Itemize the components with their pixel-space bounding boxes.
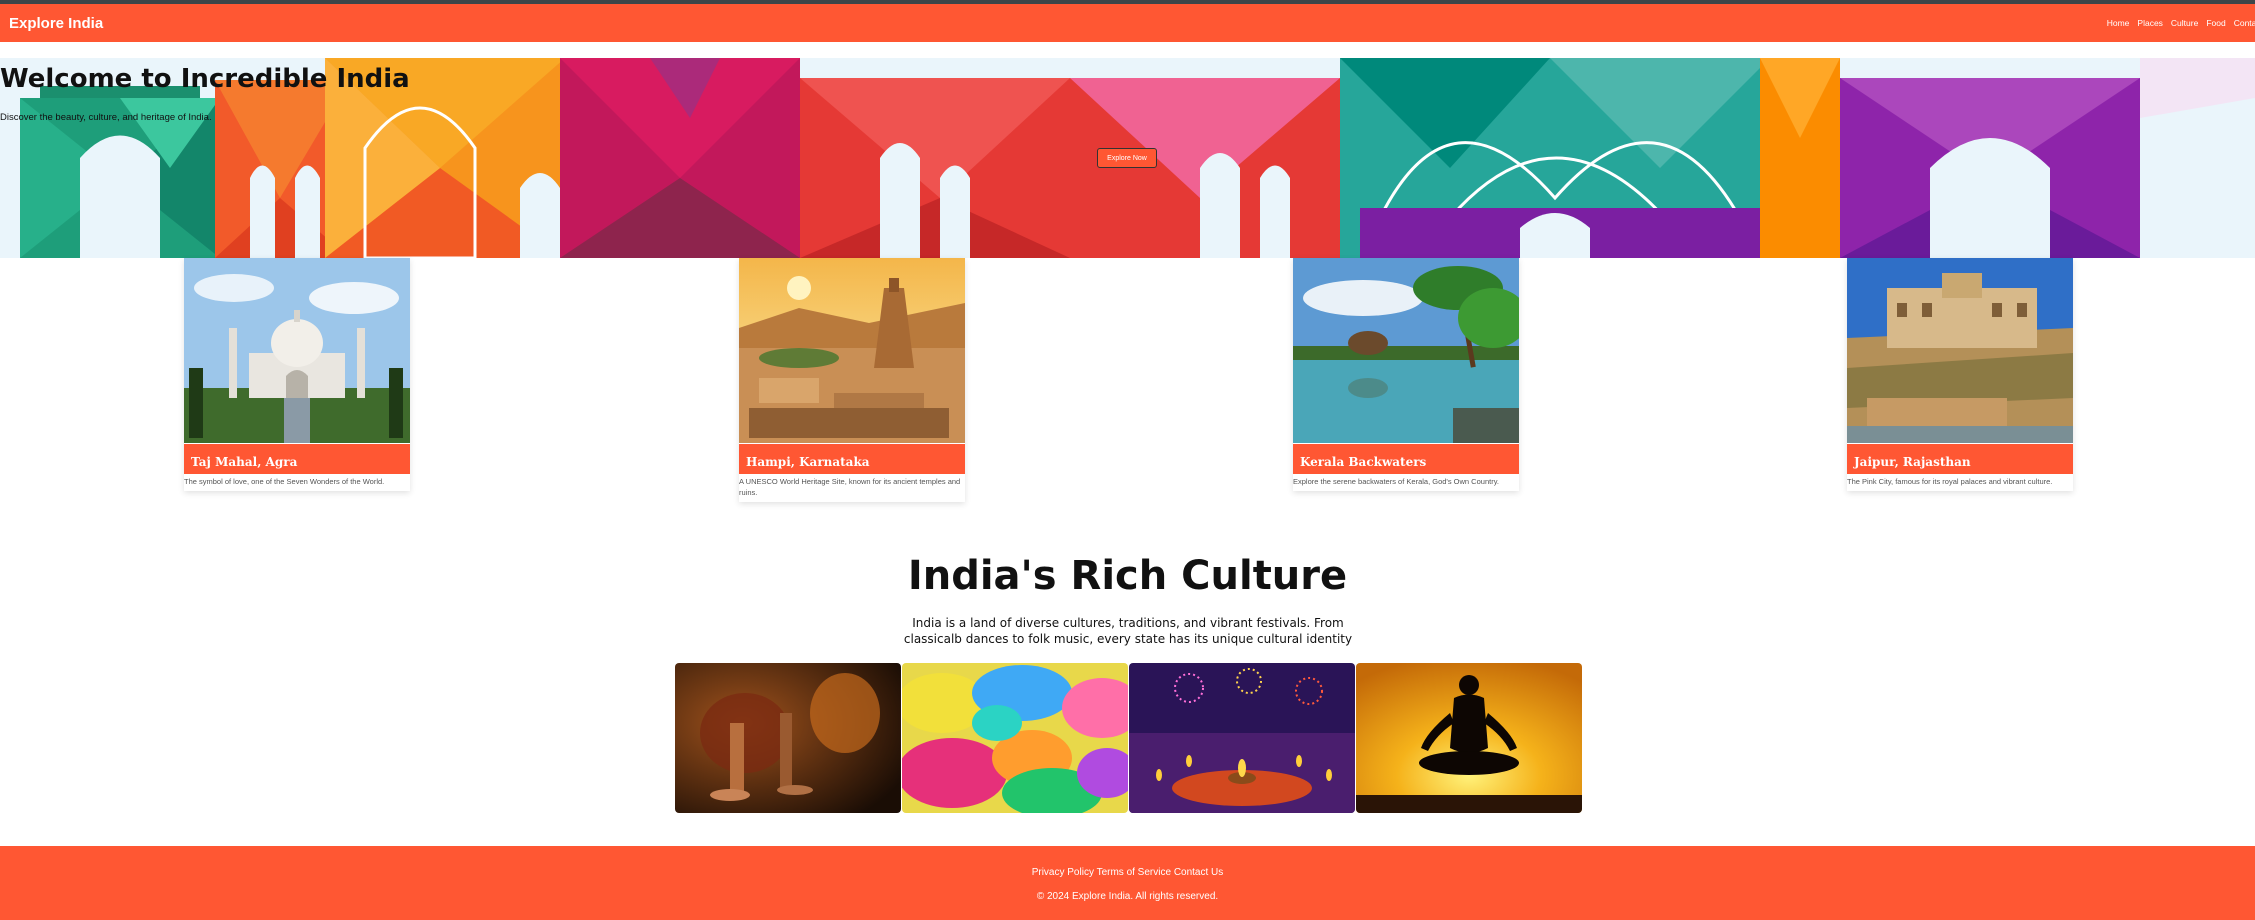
place-card[interactable]: Hampi, Karnataka A UNESCO World Heritage… — [739, 258, 965, 502]
dance-photo — [675, 663, 901, 813]
place-card[interactable]: Jaipur, Rajasthan The Pink City, famous … — [1847, 258, 2073, 491]
explore-now-button[interactable]: Explore Now — [1097, 148, 1157, 168]
place-name: Hampi, Karnataka — [739, 444, 965, 474]
contact-us-link[interactable]: Contact Us — [1174, 867, 1223, 878]
place-card[interactable]: Taj Mahal, Agra The symbol of love, one … — [184, 258, 410, 491]
diwali-photo — [1129, 663, 1355, 813]
copyright-text: © 2024 Explore India. All rights reserve… — [1036, 891, 1219, 902]
hampi-photo — [739, 258, 965, 443]
nav-links: Home Places Culture Food Contact — [2107, 18, 2255, 28]
kerala-backwaters-photo — [1293, 258, 1519, 443]
nav-link-home[interactable]: Home — [2107, 18, 2130, 28]
place-description: The symbol of love, one of the Seven Won… — [184, 477, 385, 486]
place-name: Jaipur, Rajasthan — [1847, 444, 2073, 474]
place-description: A UNESCO World Heritage Site, known for … — [739, 477, 961, 497]
nav-link-contact[interactable]: Contact — [2234, 18, 2255, 28]
place-name: Kerala Backwaters — [1293, 444, 1519, 474]
hero-subtitle: Discover the beauty, culture, and herita… — [0, 112, 212, 123]
jaipur-photo — [1847, 258, 2073, 443]
brand-logo[interactable]: Explore India — [9, 15, 103, 32]
footer-links: Privacy Policy Terms of Service Contact … — [0, 867, 2255, 878]
yoga-photo — [1356, 663, 1582, 813]
hero-banner: Welcome to Incredible India Discover the… — [0, 58, 2255, 258]
navbar: Explore India Home Places Culture Food C… — [0, 4, 2255, 42]
taj-mahal-photo — [184, 258, 410, 443]
nav-link-places[interactable]: Places — [2137, 18, 2163, 28]
place-name: Taj Mahal, Agra — [184, 444, 410, 474]
hero-title: Welcome to Incredible India — [0, 64, 410, 94]
privacy-policy-link[interactable]: Privacy Policy — [1032, 867, 1094, 878]
terms-of-service-link[interactable]: Terms of Service — [1097, 867, 1171, 878]
nav-link-culture[interactable]: Culture — [2171, 18, 2198, 28]
place-card[interactable]: Kerala Backwaters Explore the serene bac… — [1293, 258, 1519, 491]
holi-colors-photo — [902, 663, 1128, 813]
nav-link-food[interactable]: Food — [2206, 18, 2225, 28]
culture-description: India is a land of diverse cultures, tra… — [903, 616, 1353, 646]
place-description: The Pink City, famous for its royal pala… — [1847, 477, 2053, 486]
place-description: Explore the serene backwaters of Kerala,… — [1293, 477, 1499, 486]
culture-title: India's Rich Culture — [907, 553, 1348, 599]
footer: Privacy Policy Terms of Service Contact … — [0, 846, 2255, 920]
